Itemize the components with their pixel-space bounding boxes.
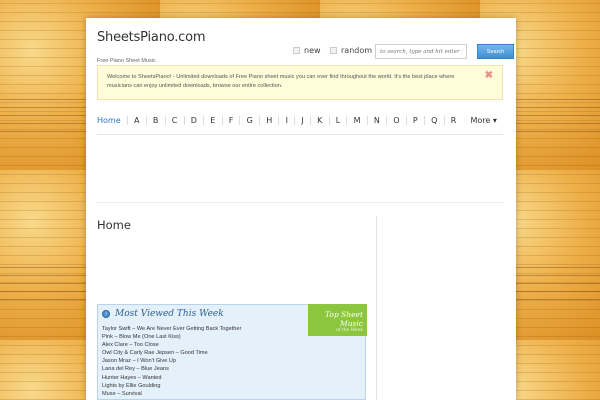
nav-item-k[interactable]: K xyxy=(309,115,329,125)
nav-item-m[interactable]: M xyxy=(346,115,366,125)
site-title[interactable]: SheetsPiano.com xyxy=(97,30,206,45)
list-item[interactable]: Lana del Rey – Blue Jeans xyxy=(102,365,241,373)
top-sheet-subtitle: of the Week xyxy=(336,328,363,333)
random-icon xyxy=(330,47,337,54)
nav-divider xyxy=(97,134,503,135)
info-icon: i xyxy=(102,310,110,318)
nav-item-home[interactable]: Home xyxy=(97,116,127,125)
most-viewed-title: Most Viewed This Week xyxy=(115,309,224,319)
top-sheet-title: Top Sheet Music xyxy=(325,310,363,328)
list-item[interactable]: Hunter Hayes – Wanted xyxy=(102,374,241,382)
nav-item-q[interactable]: Q xyxy=(423,115,444,125)
list-item[interactable]: Alex Clare – Too Close xyxy=(102,341,241,349)
list-item[interactable]: Owl City & Carly Rae Jepsen – Good Time xyxy=(102,349,241,357)
nav-item-f[interactable]: F xyxy=(221,115,240,125)
new-icon xyxy=(293,47,300,54)
page-container: SheetsPiano.com Free Piano Sheet Music n… xyxy=(86,18,516,400)
sidebar-divider xyxy=(376,216,377,400)
nav-item-b[interactable]: B xyxy=(145,115,165,125)
list-item[interactable]: Lights by Ellie Goulding xyxy=(102,382,241,390)
alphabet-nav: Home A B C D E F G H I J K L M N O P Q R More ▾ xyxy=(97,112,503,128)
list-item[interactable]: Jason Mraz – I Won't Give Up xyxy=(102,357,241,365)
nav-item-j[interactable]: J xyxy=(294,115,310,125)
new-link[interactable]: new xyxy=(293,46,321,55)
nav-more-dropdown[interactable]: More ▾ xyxy=(463,116,497,125)
most-viewed-box: i Most Viewed This Week Taylor Swift – W… xyxy=(97,304,367,400)
welcome-notice: Welcome to SheetsPiano! - Unlimited down… xyxy=(97,65,503,100)
nav-item-g[interactable]: G xyxy=(239,115,259,125)
top-sheet-badge[interactable]: Top Sheet Music of the Week xyxy=(308,304,367,336)
most-viewed-header: i Most Viewed This Week xyxy=(102,309,224,319)
nav-item-c[interactable]: C xyxy=(164,115,184,125)
list-item[interactable]: Taylor Swift – We Are Never Ever Getting… xyxy=(102,325,241,333)
list-item[interactable]: Pink – Blow Me (One Last Kiss) xyxy=(102,333,241,341)
nav-item-h[interactable]: H xyxy=(259,115,278,125)
nav-item-d[interactable]: D xyxy=(183,115,204,125)
site-tagline: Free Piano Sheet Music xyxy=(97,58,156,64)
nav-item-r[interactable]: R xyxy=(443,115,463,125)
nav-item-l[interactable]: L xyxy=(328,115,347,125)
new-label: new xyxy=(304,46,321,55)
nav-item-i[interactable]: I xyxy=(278,115,294,125)
search-input[interactable] xyxy=(375,44,467,59)
most-viewed-list: Taylor Swift – We Are Never Ever Getting… xyxy=(102,325,241,398)
page-title: Home xyxy=(97,218,131,232)
nav-item-e[interactable]: E xyxy=(203,115,221,125)
close-icon[interactable]: ✖ xyxy=(485,71,493,81)
nav-item-a[interactable]: A xyxy=(126,115,146,125)
random-link[interactable]: random xyxy=(330,46,372,55)
nav-item-p[interactable]: P xyxy=(405,115,424,125)
search-button[interactable]: Search xyxy=(477,44,514,59)
notice-text: Welcome to SheetsPiano! - Unlimited down… xyxy=(107,74,455,89)
nav-item-o[interactable]: O xyxy=(386,115,406,125)
content-divider xyxy=(97,202,503,203)
list-item[interactable]: Muse – Survival xyxy=(102,390,241,398)
nav-item-n[interactable]: N xyxy=(366,115,386,125)
site-header: SheetsPiano.com Free Piano Sheet Music n… xyxy=(97,30,514,70)
random-label: random xyxy=(341,46,373,55)
